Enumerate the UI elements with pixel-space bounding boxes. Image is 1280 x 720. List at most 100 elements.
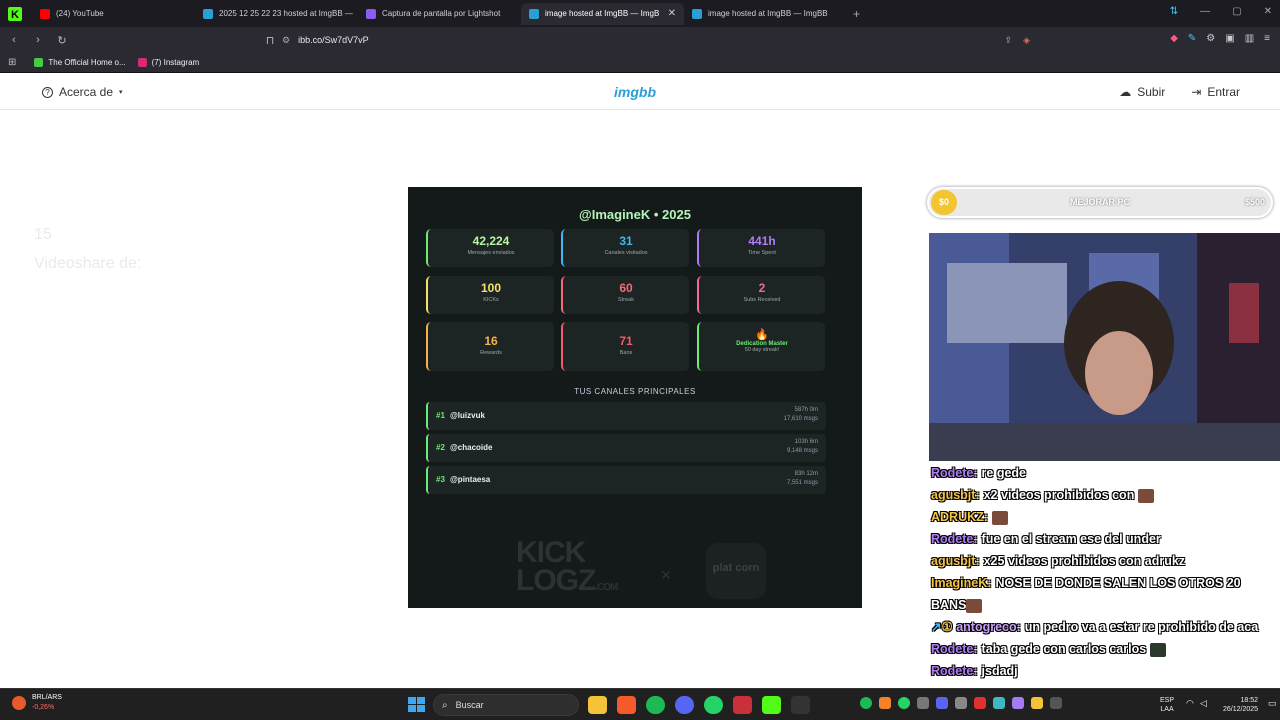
system-tray: [860, 697, 1062, 709]
share-icon[interactable]: ⇪: [1004, 35, 1012, 46]
extensions-icon[interactable]: ⚙: [1206, 33, 1215, 44]
input-language[interactable]: ESP LAA: [1160, 696, 1174, 714]
stat-card: 71 Bans: [561, 322, 689, 371]
currency-icon: [12, 696, 26, 710]
browser-tab-active[interactable]: image hosted at ImgBB — ImgB ✕: [521, 2, 684, 25]
emote-icon: [1149, 642, 1166, 657]
snipping-tool-icon[interactable]: [733, 696, 752, 714]
achievement-card: 🔥 Dedication Master 50 day streak!: [697, 322, 825, 371]
browser-tab[interactable]: Captura de pantalla por Lightshot: [358, 3, 521, 25]
tray-app-icon[interactable]: [917, 697, 929, 709]
bookmark-icon[interactable]: ⊓: [260, 34, 280, 47]
search-icon: ⌕: [442, 699, 448, 711]
top-channels-title: TUS CANALES PRINCIPALES: [574, 387, 696, 396]
new-tab-icon[interactable]: +: [853, 7, 860, 21]
chat-message: Rodete: taba gede con carlos carlos: [931, 638, 1277, 660]
kick-icon[interactable]: [762, 696, 781, 714]
kick-app-icon[interactable]: K: [4, 3, 26, 25]
windows-start-icon[interactable]: [408, 697, 426, 713]
address-bar[interactable]: ⚙ ibb.co/Sw7dV7vP ⇪ ◈: [282, 30, 1032, 50]
bookmark-item[interactable]: (7) Instagram: [137, 58, 199, 67]
discord-tray-icon[interactable]: [936, 697, 948, 709]
imgbb-header: ? Acerca de ▾ imgbb ☁ Subir ⇥ Entrar: [0, 75, 1280, 110]
back-icon[interactable]: ‹: [4, 34, 24, 46]
channel-row: #2 @chacoide 103h 6m 9,148 msgs: [426, 434, 826, 462]
wallet-icon[interactable]: ▣: [1225, 33, 1234, 44]
brave-icon[interactable]: [617, 696, 636, 714]
apps-grid-icon[interactable]: ⊞: [8, 57, 16, 68]
close-tab-icon[interactable]: ✕: [668, 8, 676, 19]
menu-icon[interactable]: ≡: [1264, 33, 1270, 44]
login-icon: ⇥: [1191, 85, 1202, 99]
file-explorer-icon[interactable]: [588, 696, 607, 714]
url-text: ibb.co/Sw7dV7vP: [298, 35, 369, 45]
imgbb-logo[interactable]: imgbb: [614, 84, 656, 100]
upload-button[interactable]: ☁ Subir: [1119, 85, 1165, 99]
spotify-icon[interactable]: [646, 696, 665, 714]
collab-x-icon: ✕: [660, 567, 672, 583]
hosted-image[interactable]: @ImagineK • 2025 42,224 Mensajes enviados…: [408, 187, 862, 608]
imgbb-icon: [692, 8, 702, 19]
browser-tab-bar: K (24) YouTube 2025 12 25 22 23 hosted a…: [0, 0, 1280, 27]
notification-icon[interactable]: ▭: [1268, 698, 1277, 709]
browser-tab[interactable]: 2025 12 25 22 23 hosted at ImgBB —: [195, 3, 358, 25]
goal-end-value: $500: [1244, 197, 1265, 207]
stat-card: 100 KICKs: [426, 276, 554, 314]
instagram-icon: [137, 58, 147, 67]
epic-games-icon[interactable]: [791, 696, 810, 714]
chat-message: Rodete: re gede: [931, 466, 1026, 480]
whatsapp-icon[interactable]: [704, 696, 723, 714]
whatsapp-tray-icon[interactable]: [898, 697, 910, 709]
login-button[interactable]: ⇥ Entrar: [1191, 85, 1240, 99]
svg-text:K: K: [11, 9, 19, 21]
volume-icon[interactable]: ◁: [1200, 698, 1207, 709]
ticker-widget[interactable]: BRL/ARS -0,26%: [12, 693, 62, 713]
chat-message: Rodete: fue en el stream ese del under: [931, 532, 1161, 546]
tray-app-icon[interactable]: [1012, 697, 1024, 709]
help-icon: ?: [42, 86, 53, 98]
antivirus-tray-icon[interactable]: [974, 697, 986, 709]
site-settings-icon[interactable]: ⚙: [282, 35, 290, 46]
tray-app-icon[interactable]: [993, 697, 1005, 709]
brave-shield-icon[interactable]: ◈: [1023, 35, 1030, 46]
platcorn-watermark: plat corn: [706, 543, 766, 599]
about-menu[interactable]: ? Acerca de ▾: [42, 85, 123, 99]
bookmark-item[interactable]: The Official Home o...: [34, 58, 126, 67]
close-window-icon[interactable]: ✕: [1264, 6, 1272, 17]
chat-message: ↗① antogreco: un pedro va a estar re proh…: [931, 620, 1259, 634]
chevron-up-icon[interactable]: [1050, 697, 1062, 709]
discord-icon[interactable]: [675, 696, 694, 714]
taskbar-search[interactable]: ⌕ Buscar: [433, 694, 579, 716]
stat-card: 31 Canales visitados: [561, 229, 689, 267]
browser-tab[interactable]: image hosted at ImgBB — ImgBB: [684, 3, 847, 25]
donation-goal-bar: $0 MEJORAR PC $500: [927, 187, 1273, 218]
chat-message: agusbjt: x25 videos prohibidos con adrukz: [931, 554, 1186, 568]
browser-tab[interactable]: (24) YouTube: [32, 3, 195, 25]
webcam-image: [929, 233, 1280, 461]
wifi-icon[interactable]: ◠: [1186, 698, 1194, 709]
stat-card: 441h Time Spent: [697, 229, 825, 267]
imgbb-icon: [529, 8, 539, 19]
system-clock[interactable]: 18:52 26/12/2025: [1223, 696, 1258, 714]
chat-overlay: Rodete: re gede agusbjt: x2 videos prohibi…: [931, 462, 1277, 682]
chat-message: ADRUKZ:: [931, 506, 1277, 528]
forward-icon[interactable]: ›: [28, 34, 48, 46]
extension-icon[interactable]: ⇅: [1170, 6, 1178, 17]
flame-icon: 🔥: [755, 329, 769, 341]
tray-app-icon[interactable]: [955, 697, 967, 709]
sidebar-icon[interactable]: ▥: [1245, 33, 1254, 44]
extension-icon[interactable]: ✎: [1188, 33, 1196, 44]
chat-message: agusbjt: x2 videos prohibidos con: [931, 484, 1277, 506]
nav-right-tools: ◆ ✎ ⚙ ▣ ▥ ≡: [1170, 33, 1270, 44]
extension-icon[interactable]: ◆: [1170, 33, 1178, 44]
spotify-tray-icon[interactable]: [860, 697, 872, 709]
cloud-tray-icon[interactable]: [879, 697, 891, 709]
stat-card: 60 Streak: [561, 276, 689, 314]
microphone-icon[interactable]: [1031, 697, 1043, 709]
reload-icon[interactable]: ↻: [52, 34, 72, 47]
windows-taskbar: BRL/ARS -0,26% ⌕ Buscar ESP LAA ◠ ◁ 18:52 26…: [0, 688, 1280, 720]
emote-icon: [991, 510, 1008, 525]
badge-icon: ↗: [931, 620, 942, 634]
maximize-icon[interactable]: ▢: [1232, 6, 1241, 17]
minimize-icon[interactable]: —: [1200, 6, 1210, 17]
